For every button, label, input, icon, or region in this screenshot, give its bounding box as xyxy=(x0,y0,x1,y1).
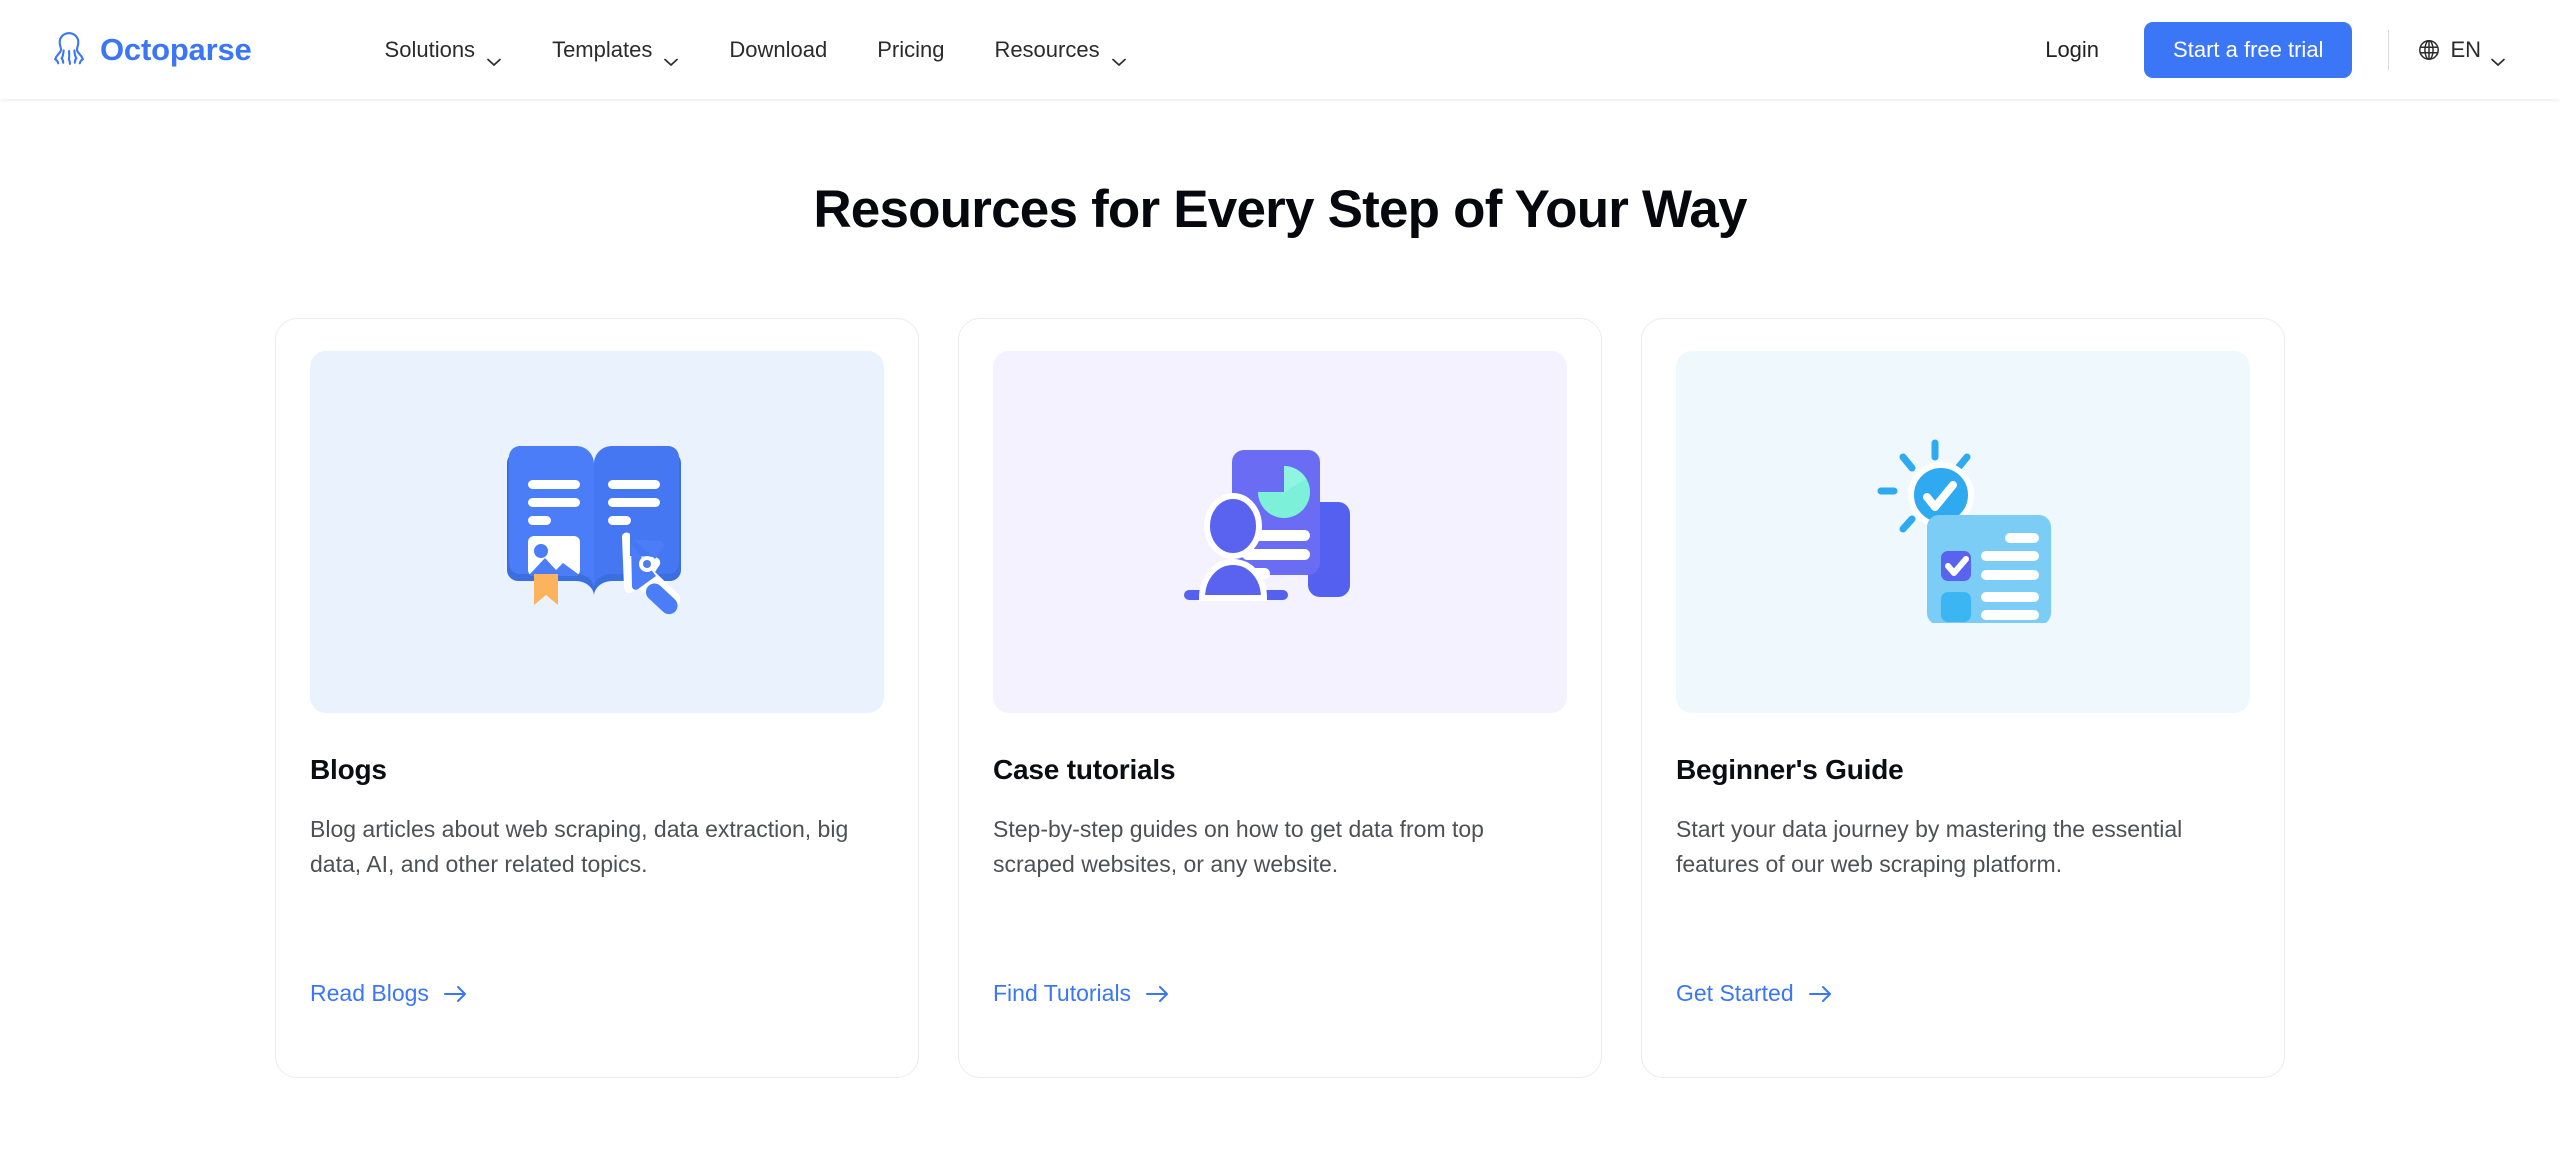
nav-label: Download xyxy=(729,36,828,62)
globe-icon xyxy=(2417,38,2441,62)
language-label: EN xyxy=(2450,36,2481,62)
header-divider xyxy=(2388,29,2390,70)
chevron-down-icon xyxy=(663,47,679,66)
card-title: Blogs xyxy=(310,754,387,785)
resource-cards: Blogs Blog articles about web scraping, … xyxy=(0,318,2560,1078)
page-title: Resources for Every Step of Your Way xyxy=(813,180,1747,239)
language-selector[interactable]: EN xyxy=(2417,36,2512,66)
card-description: Step-by-step guides on how to get data f… xyxy=(993,816,1484,877)
chevron-down-icon xyxy=(486,47,502,66)
nav-label: Solutions xyxy=(384,36,476,62)
person-with-report-icon xyxy=(1180,442,1380,623)
find-tutorials-link[interactable]: Find Tutorials xyxy=(993,980,1170,1007)
arrow-right-icon xyxy=(443,985,468,1003)
nav-item-solutions[interactable]: Solutions xyxy=(360,27,528,73)
read-blogs-link[interactable]: Read Blogs xyxy=(310,980,468,1007)
resource-card-beginners-guide[interactable]: Beginner's Guide Start your data journey… xyxy=(1641,318,2285,1078)
nav-item-templates[interactable]: Templates xyxy=(527,27,704,73)
nav-label: Pricing xyxy=(877,36,945,62)
resource-card-blogs[interactable]: Blogs Blog articles about web scraping, … xyxy=(275,318,919,1078)
nav-label: Templates xyxy=(552,36,653,62)
nav-item-pricing[interactable]: Pricing xyxy=(852,27,969,73)
card-link-label: Find Tutorials xyxy=(993,980,1132,1006)
card-link-label: Get Started xyxy=(1676,980,1794,1006)
header-actions: Login Start a free trial EN xyxy=(2023,21,2512,78)
start-free-trial-button[interactable]: Start a free trial xyxy=(2144,21,2353,78)
get-started-link[interactable]: Get Started xyxy=(1676,980,1833,1007)
card-illustration-panel xyxy=(1676,351,2250,713)
card-title: Beginner's Guide xyxy=(1676,754,1904,785)
brand-logo[interactable]: Octoparse xyxy=(50,30,252,70)
nav-item-resources[interactable]: Resources xyxy=(969,27,1151,73)
primary-nav: Solutions Templates Download Pricing Res… xyxy=(360,27,1152,73)
nav-item-download[interactable]: Download xyxy=(704,27,852,73)
arrow-right-icon xyxy=(1808,985,1833,1003)
octopus-logo-icon xyxy=(50,30,88,70)
brand-name: Octoparse xyxy=(100,31,252,67)
lightbulb-checklist-icon xyxy=(1863,437,2063,628)
card-title: Case tutorials xyxy=(993,754,1176,785)
login-link[interactable]: Login xyxy=(2023,27,2121,73)
site-header: Octoparse Solutions Templates Download P… xyxy=(0,0,2560,99)
card-description: Start your data journey by mastering the… xyxy=(1676,816,2183,877)
card-illustration-panel xyxy=(310,351,884,713)
resource-card-case-tutorials[interactable]: Case tutorials Step-by-step guides on ho… xyxy=(958,318,1602,1078)
arrow-right-icon xyxy=(1146,985,1170,1003)
nav-label: Resources xyxy=(994,36,1100,62)
card-illustration-panel xyxy=(993,351,1567,713)
chevron-down-icon xyxy=(2490,47,2506,66)
resources-section: Resources for Every Step of Your Way Blo… xyxy=(0,99,2560,1078)
chevron-down-icon xyxy=(1111,47,1127,66)
card-link-label: Read Blogs xyxy=(310,980,429,1006)
open-book-with-pen-icon xyxy=(494,436,700,629)
card-description: Blog articles about web scraping, data e… xyxy=(310,816,849,877)
